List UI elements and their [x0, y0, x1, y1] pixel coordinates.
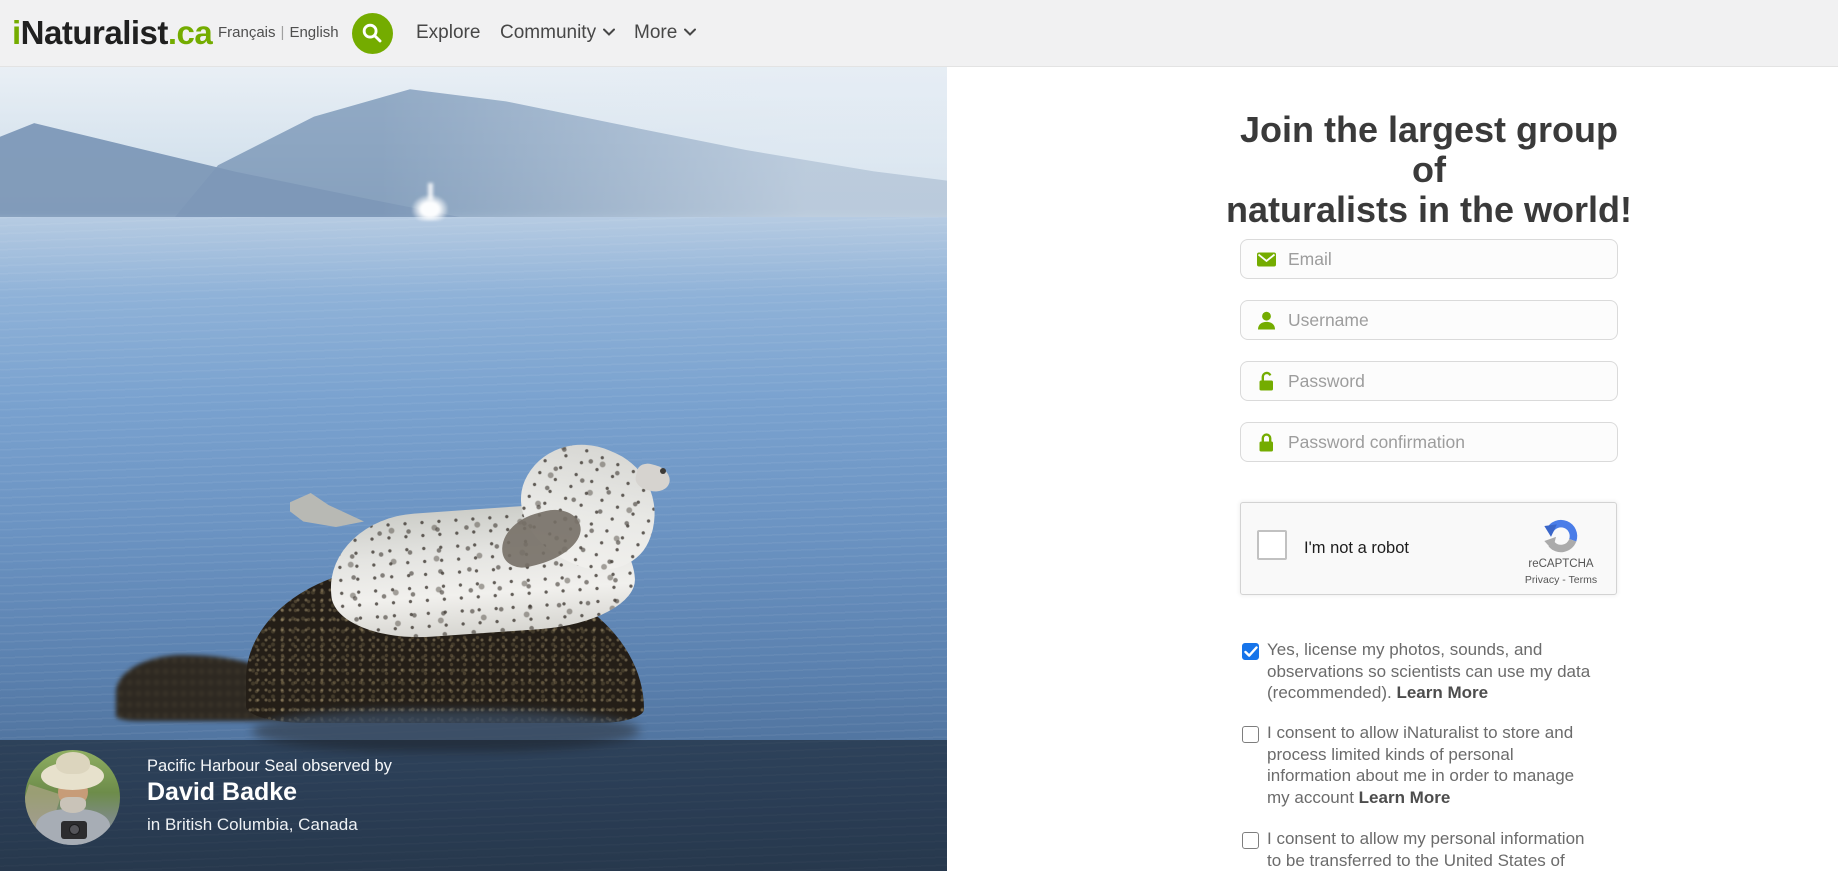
search-button[interactable]: [352, 13, 393, 54]
email-field: [1240, 239, 1618, 279]
user-icon: [1256, 310, 1277, 331]
logo-i: i: [12, 14, 21, 51]
logo-tld: .ca: [168, 14, 212, 51]
observer-name-link[interactable]: David Badke: [147, 778, 297, 807]
lock-icon: [1256, 432, 1277, 453]
envelope-icon: [1256, 249, 1277, 270]
nav-more[interactable]: More: [634, 0, 696, 66]
language-link-francais[interactable]: Français: [218, 24, 276, 41]
language-separator: |: [276, 24, 290, 41]
password-confirmation-input[interactable]: [1288, 424, 1608, 460]
recaptcha-links: Privacy - Terms: [1511, 574, 1611, 586]
top-navbar: iNaturalist.ca Français|English Explore …: [0, 0, 1838, 67]
unlock-icon: [1256, 371, 1277, 392]
chevron-down-icon: [596, 22, 615, 43]
avatar-hat-top: [56, 752, 90, 774]
recaptcha-links-separator: -: [1562, 574, 1566, 586]
learn-more-link[interactable]: Learn More: [1359, 788, 1451, 807]
attribution-overlay: [0, 740, 947, 871]
username-input[interactable]: [1288, 302, 1608, 338]
page-title: Join the largest group of naturalists in…: [1220, 110, 1638, 230]
recaptcha-widget: I'm not a robot reCAPTCHA Privacy - Term…: [1240, 502, 1617, 595]
password-input[interactable]: [1288, 363, 1608, 399]
recaptcha-logo-icon: [1541, 516, 1581, 556]
observation-location: in British Columbia, Canada: [147, 815, 358, 835]
recaptcha-terms-link[interactable]: Terms: [1569, 574, 1598, 586]
recaptcha-checkbox[interactable]: [1257, 530, 1287, 560]
consent-text: I consent to allow my personal informati…: [1267, 829, 1585, 870]
signup-panel: Join the largest group of naturalists in…: [947, 67, 1838, 871]
hero-photo: Pacific Harbour Seal observed by David B…: [0, 67, 947, 871]
inaturalist-logo[interactable]: iNaturalist.ca: [12, 0, 212, 66]
logo-name: Naturalist: [21, 14, 168, 51]
haze: [380, 67, 947, 229]
chevron-down-icon: [677, 22, 696, 43]
nav-more-label: More: [634, 22, 677, 43]
transfer-consent-checkbox[interactable]: [1242, 832, 1259, 849]
password-confirmation-field: [1240, 422, 1618, 462]
photo-credit-line: Pacific Harbour Seal observed by: [147, 757, 392, 776]
nav-community-label: Community: [500, 22, 596, 43]
recaptcha-privacy-link[interactable]: Privacy: [1525, 574, 1559, 586]
nav-explore-label: Explore: [416, 22, 480, 43]
storage-consent-checkbox[interactable]: [1242, 726, 1259, 743]
avatar-beard: [60, 797, 86, 813]
learn-more-link[interactable]: Learn More: [1396, 683, 1488, 702]
password-field: [1240, 361, 1618, 401]
nav-explore[interactable]: Explore: [416, 0, 480, 66]
recaptcha-label: I'm not a robot: [1304, 539, 1409, 558]
avatar-camera-lens: [69, 824, 80, 835]
consent-label: I consent to allow my personal informati…: [1267, 828, 1605, 871]
signup-page: iNaturalist.ca Français|English Explore …: [0, 0, 1838, 871]
language-switcher: Français|English: [218, 0, 339, 66]
language-link-english[interactable]: English: [289, 24, 338, 41]
username-field: [1240, 300, 1618, 340]
consent-label: I consent to allow iNaturalist to store …: [1267, 722, 1605, 808]
distant-boat: [412, 195, 448, 221]
recaptcha-brand: reCAPTCHA: [1523, 558, 1599, 570]
consent-label: Yes, license my photos, sounds, and obse…: [1267, 639, 1605, 704]
seal-illustration: [292, 455, 672, 655]
nav-community[interactable]: Community: [500, 0, 615, 66]
license-checkbox[interactable]: [1242, 643, 1259, 660]
observer-avatar[interactable]: [25, 750, 120, 845]
seal-nose: [660, 468, 666, 474]
email-input[interactable]: [1288, 241, 1608, 277]
